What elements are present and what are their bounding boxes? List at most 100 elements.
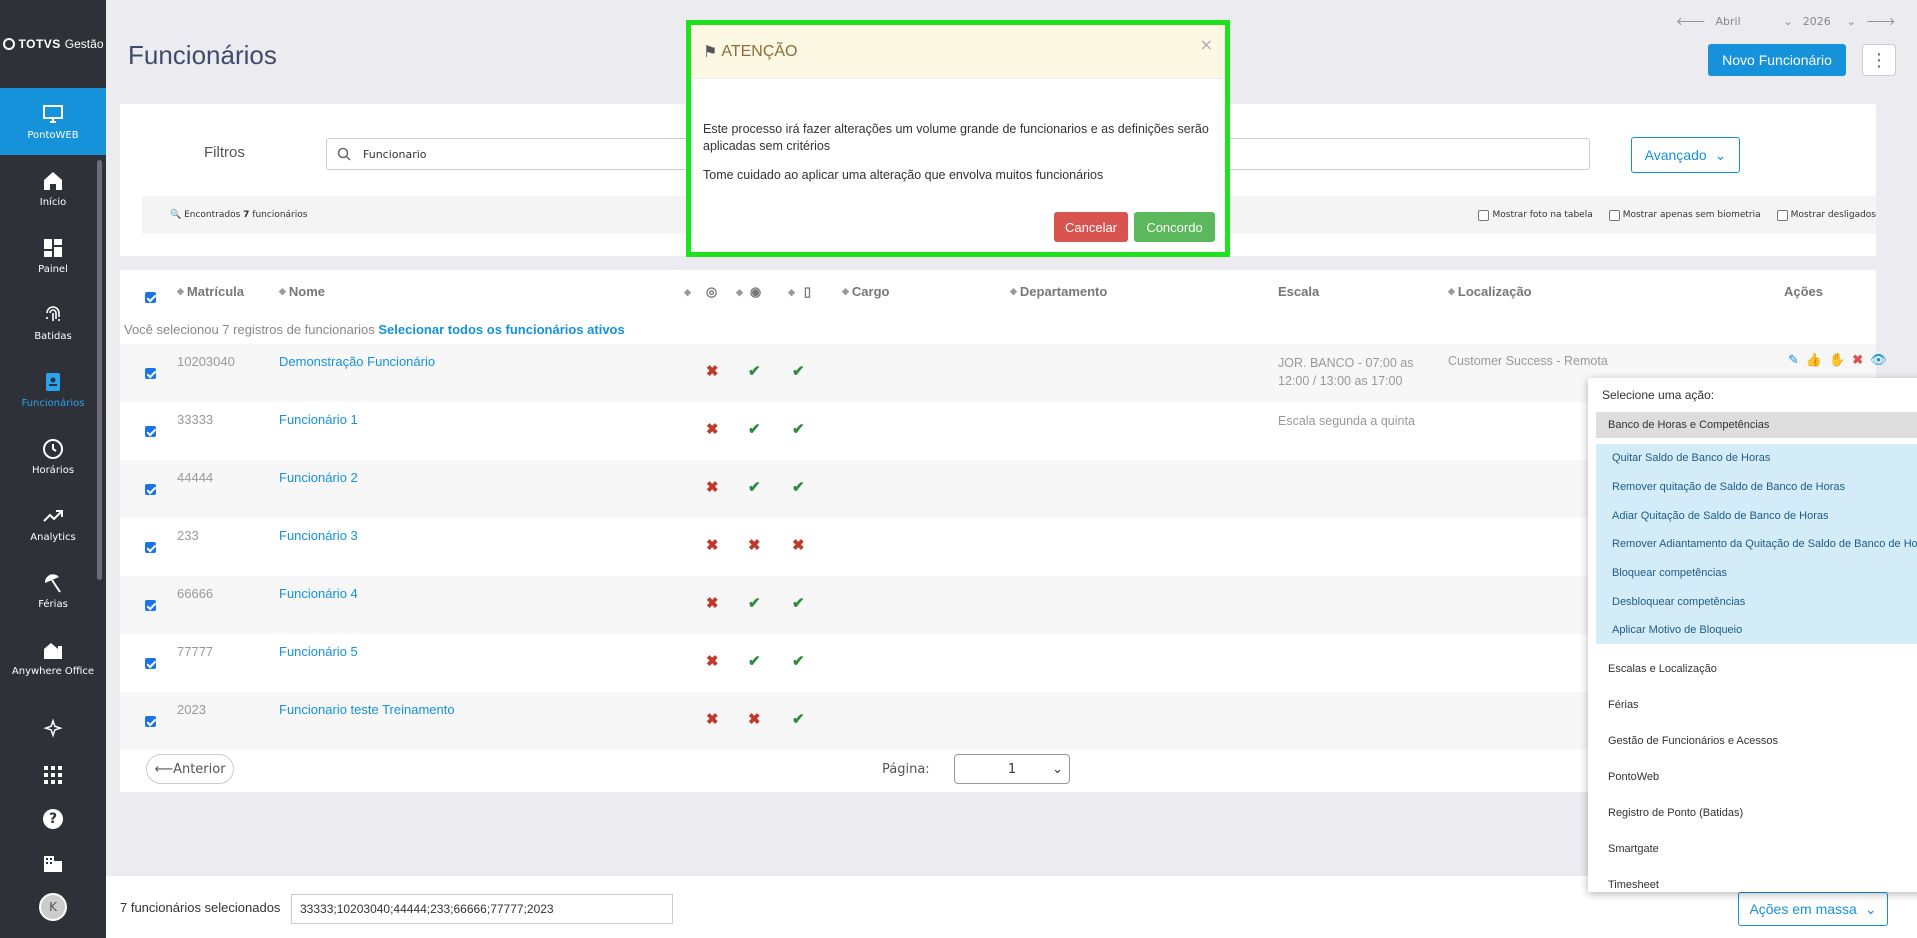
page-label: Página:	[882, 762, 930, 777]
col-biometria[interactable]: ◆ ◎	[684, 284, 717, 300]
hand-icon[interactable]: ✋	[1829, 352, 1845, 368]
row-checkbox[interactable]	[145, 600, 156, 611]
dropdown-action-item[interactable]: Bloquear competências	[1596, 559, 1917, 588]
search-value: Funcionario	[363, 147, 427, 161]
sidebar-item-label: Férias	[38, 599, 68, 610]
filters-label: Filtros	[204, 144, 245, 161]
check-icon: ✔	[748, 421, 761, 438]
dropdown-section[interactable]: Férias⌄	[1608, 696, 1917, 714]
dropdown-action-item[interactable]: Quitar Saldo de Banco de Horas	[1596, 444, 1917, 473]
select-all-checkbox[interactable]	[145, 292, 156, 303]
ai-sparkle-icon[interactable]	[0, 718, 106, 740]
employee-name-link[interactable]: Funcionário 5	[279, 644, 358, 659]
sort-icon: ◆	[788, 286, 795, 297]
dropdown-action-item[interactable]: Remover quitação de Saldo de Banco de Ho…	[1596, 473, 1917, 502]
help-icon[interactable]: ?	[0, 809, 106, 829]
col-departamento[interactable]: ◆ Departamento	[1010, 284, 1107, 299]
employee-name-link[interactable]: Funcionário 2	[279, 470, 358, 485]
sidebar-scrollbar[interactable]	[97, 160, 102, 580]
sidebar-item-pontoweb[interactable]: PontoWEB	[0, 88, 106, 155]
sidebar-item-label: Horários	[31, 465, 75, 476]
row-checkbox[interactable]	[145, 716, 156, 727]
employee-name-link[interactable]: Demonstração Funcionário	[279, 354, 435, 369]
logo[interactable]: TOTVS Gestão	[0, 0, 106, 88]
select-all-link[interactable]: Selecionar todos os funcionários ativos	[378, 322, 624, 337]
col-cargo[interactable]: ◆ Cargo	[842, 284, 889, 299]
delete-icon[interactable]: ✖	[1852, 352, 1863, 368]
filter-checkbox[interactable]: Mostrar desligados	[1776, 209, 1876, 221]
dropdown-section[interactable]: Smartgate⌄	[1608, 840, 1917, 858]
selected-ids-field[interactable]: 33333;10203040;44444;233;66666;77777;202…	[291, 894, 673, 924]
sidebar-item-ferias[interactable]: Férias	[0, 557, 106, 624]
next-month-arrow-icon[interactable]: 🡒	[1866, 14, 1896, 28]
filter-checkbox[interactable]: Mostrar foto na tabela	[1478, 209, 1593, 221]
year-select[interactable]: 2026	[1803, 15, 1837, 28]
sidebar-item-funcionarios[interactable]: Funcionários	[0, 356, 106, 423]
building-icon[interactable]	[0, 853, 106, 873]
thumbs-up-icon[interactable]: 👍	[1806, 352, 1822, 368]
month-select[interactable]: Abril	[1716, 15, 1774, 28]
checkbox[interactable]	[1776, 209, 1788, 221]
dropdown-action-item[interactable]: Aplicar Motivo de Bloqueio	[1596, 616, 1917, 645]
avatar[interactable]: K	[39, 893, 67, 921]
cross-icon: ✖	[792, 537, 805, 554]
mobile-icon: ▯	[803, 284, 812, 299]
close-icon[interactable]: ×	[1200, 35, 1213, 54]
selected-count: 7 funcionários selecionados	[120, 900, 281, 915]
sidebar-item-painel[interactable]: Painel	[0, 222, 106, 289]
prev-month-arrow-icon[interactable]: 🡐	[1676, 14, 1706, 28]
page-title: Funcionários	[128, 40, 277, 70]
advanced-filter-button[interactable]: Avançado ⌄	[1631, 137, 1740, 173]
dropdown-section[interactable]: Gestão de Funcionários e Acessos⌄	[1608, 732, 1917, 750]
group-banco-horas[interactable]: Banco de Horas e Competências⌃	[1596, 412, 1917, 438]
col-localizacao[interactable]: ◆ Localização	[1448, 284, 1532, 299]
edit-icon[interactable]: ✎	[1788, 352, 1799, 368]
row-checkbox[interactable]	[145, 426, 156, 437]
employee-matricula: 66666	[177, 586, 214, 601]
apps-grid-icon[interactable]	[0, 766, 106, 784]
col-web[interactable]: ◆ ◉	[736, 284, 761, 300]
agree-button[interactable]: Concordo	[1134, 212, 1215, 242]
row-checkbox[interactable]	[145, 368, 156, 379]
dropdown-section[interactable]: Timesheet⌄	[1608, 876, 1917, 892]
view-icon[interactable]: 👁	[1870, 352, 1887, 368]
employee-name-link[interactable]: Funcionário 1	[279, 412, 358, 427]
checkbox[interactable]	[1608, 209, 1620, 221]
employee-name-link[interactable]: Funcionário 3	[279, 528, 358, 543]
col-nome[interactable]: ◆ Nome	[279, 284, 325, 299]
dropdown-section[interactable]: Registro de Ponto (Batidas)⌄	[1608, 804, 1917, 822]
employee-name-link[interactable]: Funcionário 4	[279, 586, 358, 601]
dropdown-section[interactable]: PontoWeb⌄	[1608, 768, 1917, 786]
dropdown-action-item[interactable]: Remover Adiantamento da Quitação de Sald…	[1596, 530, 1917, 559]
cross-icon: ✖	[748, 537, 761, 554]
col-mobile[interactable]: ◆ ▯	[788, 284, 811, 300]
row-checkbox[interactable]	[145, 658, 156, 669]
mass-actions-button[interactable]: Ações em massa ⌄	[1738, 892, 1888, 926]
dropdown-action-item[interactable]: Desbloquear competências	[1596, 587, 1917, 616]
page-select[interactable]: 1 ⌄	[954, 754, 1070, 784]
sidebar-item-inicio[interactable]: Início	[0, 155, 106, 222]
dropdown-action-item[interactable]: Adiar Quitação de Saldo de Banco de Hora…	[1596, 501, 1917, 530]
employee-name-link[interactable]: Funcionario teste Treinamento	[279, 702, 455, 717]
section-label: Smartgate	[1608, 843, 1659, 855]
sidebar-item-label: Painel	[38, 264, 68, 275]
cancel-button[interactable]: Cancelar	[1054, 212, 1128, 242]
sidebar-item-horarios[interactable]: Horários	[0, 423, 106, 490]
check-icon: ✔	[792, 363, 805, 380]
chevron-down-icon[interactable]: ⌄	[1784, 15, 1793, 28]
new-employee-button[interactable]: Novo Funcionário	[1708, 44, 1846, 76]
checkbox[interactable]	[1478, 209, 1490, 221]
previous-page-button[interactable]: ⟵Anterior	[146, 754, 234, 784]
sidebar-item-anywhere-office[interactable]: Anywhere Office	[0, 624, 106, 691]
row-checkbox[interactable]	[145, 484, 156, 495]
col-matricula[interactable]: ◆ Matrícula	[177, 284, 244, 299]
advanced-label: Avançado	[1644, 147, 1707, 163]
row-checkbox[interactable]	[145, 542, 156, 553]
more-options-button[interactable]: ⋮	[1862, 44, 1896, 76]
chevron-down-icon[interactable]: ⌄	[1847, 15, 1856, 28]
dropdown-section[interactable]: Escalas e Localização⌄	[1608, 660, 1917, 678]
logo-mark-icon	[2, 38, 15, 50]
sidebar-item-analytics[interactable]: Analytics	[0, 490, 106, 557]
filter-checkbox[interactable]: Mostrar apenas sem biometria	[1608, 209, 1761, 221]
sidebar-item-batidas[interactable]: Batidas	[0, 289, 106, 356]
